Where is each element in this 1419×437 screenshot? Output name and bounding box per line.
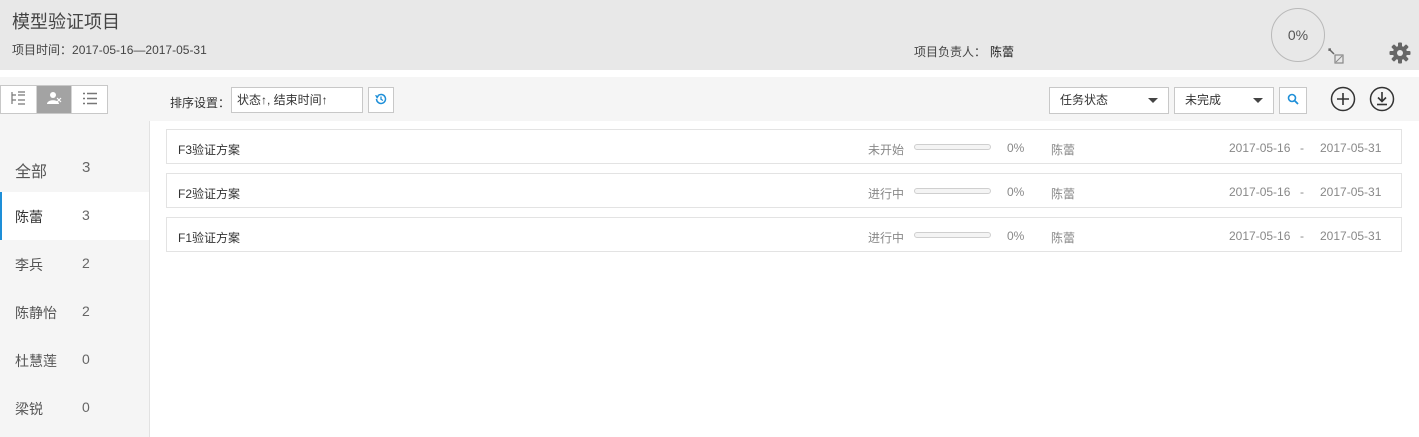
chevron-down-icon: [1253, 98, 1263, 103]
search-button[interactable]: [1279, 87, 1307, 114]
search-icon: [1287, 93, 1299, 108]
task-status: 进行中: [868, 231, 905, 245]
plus-circle-icon: [1330, 86, 1356, 112]
task-date-separator: -: [1300, 229, 1304, 243]
sidebar-item-member[interactable]: 李兵 2: [0, 240, 149, 288]
sidebar-item-count: 2: [82, 303, 90, 319]
task-end-date: 2017-05-31: [1320, 229, 1382, 243]
sidebar-item-label: 梁锐: [15, 401, 43, 417]
sidebar-item-member[interactable]: 陈蕾 3: [0, 192, 149, 240]
chevron-down-icon: [1148, 98, 1158, 103]
history-icon: [374, 92, 388, 109]
download-button[interactable]: [1369, 86, 1395, 112]
project-time-label: 项目时间：: [12, 43, 73, 57]
sidebar-item-count: 0: [82, 351, 90, 367]
sidebar-item-label: 全部: [15, 164, 48, 181]
member-view-icon: [46, 91, 62, 108]
task-end-date: 2017-05-31: [1320, 185, 1382, 199]
task-name: F2验证方案: [178, 187, 241, 201]
task-row[interactable]: F1验证方案 进行中 0% 陈蕾 2017-05-16 - 2017-05-31: [166, 217, 1402, 252]
sidebar-item-label: 李兵: [15, 257, 43, 273]
sort-setting-input[interactable]: 状态↑, 结束时间↑: [231, 87, 363, 113]
sidebar-item-count: 3: [82, 207, 90, 223]
sidebar-item-all[interactable]: 全部 3: [0, 144, 149, 192]
task-end-date: 2017-05-31: [1320, 141, 1382, 155]
member-view-button[interactable]: [36, 86, 73, 113]
task-percent: 0%: [1007, 229, 1025, 243]
sidebar-item-count: 3: [82, 159, 91, 176]
task-status-select-value: 任务状态: [1060, 93, 1109, 107]
tree-view-icon: [10, 91, 26, 108]
list-view-icon: [82, 92, 98, 108]
task-progress-bar: [914, 188, 991, 194]
task-row[interactable]: F3验证方案 未开始 0% 陈蕾 2017-05-16 - 2017-05-31: [166, 129, 1402, 164]
task-percent: 0%: [1007, 141, 1025, 155]
task-progress-bar: [914, 144, 991, 150]
sidebar-item-count: 2: [82, 255, 90, 271]
reset-sort-button[interactable]: [368, 87, 394, 113]
toolbar: 排序设置： 状态↑, 结束时间↑ 任务状态 未完成: [0, 77, 1419, 121]
task-owner: 陈蕾: [1051, 187, 1076, 201]
project-progress-circle: 0%: [1271, 8, 1325, 62]
task-start-date: 2017-05-16: [1229, 229, 1291, 243]
resize-icon[interactable]: [1327, 47, 1345, 65]
task-status: 未开始: [868, 143, 905, 157]
sidebar-item-member[interactable]: 梁锐 0: [0, 384, 149, 432]
member-sidebar: 全部 3 陈蕾 3 李兵 2 陈静怡 2 杜慧莲 0 梁锐 0: [0, 121, 150, 437]
list-view-button[interactable]: [72, 86, 107, 113]
project-title: 模型验证项目: [12, 12, 120, 32]
task-owner: 陈蕾: [1051, 231, 1076, 245]
completion-select[interactable]: 未完成: [1174, 87, 1274, 114]
task-date-separator: -: [1300, 185, 1304, 199]
task-name: F3验证方案: [178, 143, 241, 157]
download-circle-icon: [1369, 86, 1395, 112]
task-owner: 陈蕾: [1051, 143, 1076, 157]
sidebar-item-count: 0: [82, 399, 90, 415]
sidebar-item-member[interactable]: 陈静怡 2: [0, 288, 149, 336]
completion-select-value: 未完成: [1185, 93, 1222, 107]
project-time: 项目时间：2017-05-16—2017-05-31: [12, 41, 207, 58]
task-percent: 0%: [1007, 185, 1025, 199]
task-date-separator: -: [1300, 141, 1304, 155]
sidebar-item-label: 陈蕾: [15, 209, 43, 225]
project-owner: 项目负责人： 陈蕾: [914, 43, 1014, 60]
task-status: 进行中: [868, 187, 905, 201]
project-owner-name: 陈蕾: [990, 45, 1015, 59]
task-row[interactable]: F2验证方案 进行中 0% 陈蕾 2017-05-16 - 2017-05-31: [166, 173, 1402, 208]
task-progress-bar: [914, 232, 991, 238]
sort-label: 排序设置：: [170, 96, 231, 110]
tree-view-button[interactable]: [1, 86, 37, 113]
sidebar-item-label: 陈静怡: [15, 305, 57, 321]
sidebar-item-label: 杜慧莲: [15, 353, 57, 369]
project-owner-label: 项目负责人：: [914, 45, 987, 59]
view-switch: [0, 85, 108, 114]
sidebar-item-member[interactable]: 杜慧莲 0: [0, 336, 149, 384]
project-time-range: 2017-05-16—2017-05-31: [72, 43, 207, 57]
task-name: F1验证方案: [178, 231, 241, 245]
add-task-button[interactable]: [1330, 86, 1356, 112]
task-start-date: 2017-05-16: [1229, 185, 1291, 199]
task-status-select[interactable]: 任务状态: [1049, 87, 1169, 114]
project-header: 模型验证项目 项目时间：2017-05-16—2017-05-31 项目负责人：…: [0, 0, 1419, 70]
task-start-date: 2017-05-16: [1229, 141, 1291, 155]
gear-icon[interactable]: [1389, 42, 1411, 64]
